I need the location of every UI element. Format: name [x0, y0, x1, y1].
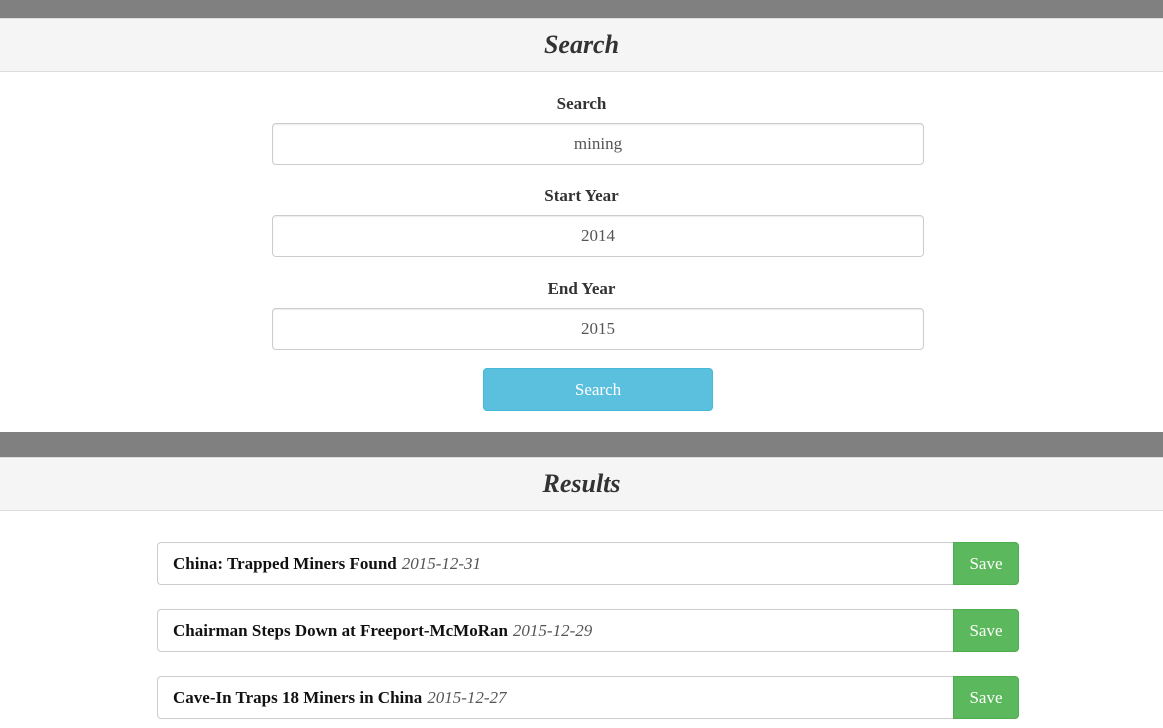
end-year-input[interactable]: [272, 308, 924, 350]
start-year-label: Start Year: [544, 186, 619, 205]
result-title: China: Trapped Miners Found: [173, 553, 397, 573]
search-panel-title: Search: [543, 30, 620, 59]
result-text: China: Trapped Miners Found 2015-12-31: [157, 542, 953, 585]
result-title: Chairman Steps Down at Freeport-McMoRan: [173, 620, 508, 640]
search-term-input[interactable]: [272, 123, 924, 165]
search-button[interactable]: Search: [483, 368, 713, 411]
result-text: Cave-In Traps 18 Miners in China 2015-12…: [157, 676, 953, 719]
result-date: 2015-12-27: [427, 687, 507, 707]
search-term-label: Search: [556, 94, 607, 113]
result-item: Chairman Steps Down at Freeport-McMoRan …: [157, 609, 1019, 652]
middle-divider-bar: [0, 432, 1163, 457]
results-panel-title: Results: [542, 469, 621, 498]
top-divider-bar: [0, 0, 1163, 18]
save-button[interactable]: Save: [953, 676, 1019, 719]
start-year-input[interactable]: [272, 215, 924, 257]
result-text: Chairman Steps Down at Freeport-McMoRan …: [157, 609, 953, 652]
search-form: Search Start Year End Year Search: [0, 72, 1163, 432]
results-panel-heading: Results: [0, 457, 1163, 511]
save-button[interactable]: Save: [953, 609, 1019, 652]
result-date: 2015-12-31: [401, 553, 482, 573]
search-panel-heading: Search: [0, 18, 1163, 72]
result-item: China: Trapped Miners Found 2015-12-31 S…: [157, 542, 1019, 585]
save-button[interactable]: Save: [953, 542, 1019, 585]
result-date: 2015-12-29: [512, 620, 593, 640]
result-item: Cave-In Traps 18 Miners in China 2015-12…: [157, 676, 1019, 719]
results-list: China: Trapped Miners Found 2015-12-31 S…: [0, 511, 1163, 726]
end-year-label: End Year: [547, 279, 616, 298]
result-title: Cave-In Traps 18 Miners in China: [173, 687, 423, 707]
